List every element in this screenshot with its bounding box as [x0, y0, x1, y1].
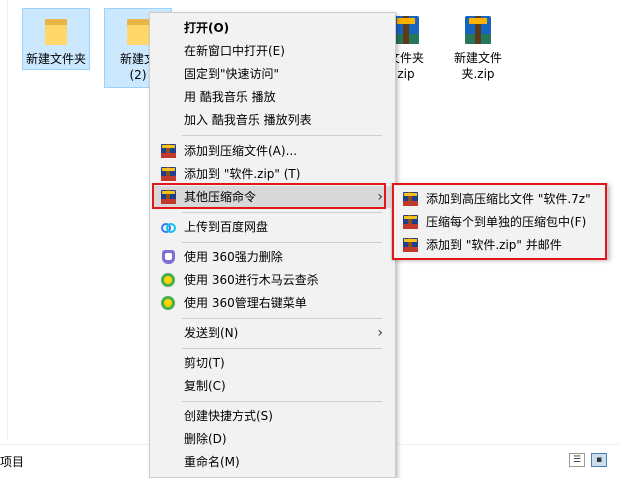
menu-item-add-to-archive[interactable]: 添加到压缩文件(A)... [152, 140, 393, 162]
menu-item-label: 上传到百度网盘 [184, 220, 269, 234]
menu-item-label: 使用 360管理右键菜单 [184, 296, 307, 310]
winrar-icon [161, 144, 176, 158]
menu-item-add-to-zip[interactable]: 添加到 "软件.zip" (T) [152, 163, 393, 185]
menu-item-label: 发送到(N) [184, 326, 239, 340]
360-ball-icon [161, 296, 176, 310]
menu-item-open-new-window[interactable]: 在新窗口中打开(E) [152, 40, 393, 62]
menu-item-label: 删除(D) [184, 432, 227, 446]
details-view-icon[interactable]: ☰ [569, 453, 585, 467]
folder-icon [43, 17, 69, 47]
highlight-box-menu-item [152, 183, 386, 209]
zip-item-label-line1: 新建文件 [453, 51, 502, 65]
folder-item-label: 新建文件夹 [25, 52, 86, 66]
menu-item-send-to[interactable]: 发送到(N) › [152, 322, 393, 344]
menu-item-pin-quick-access[interactable]: 固定到"快速访问" [152, 63, 393, 85]
view-switcher: ☰ ▪ [569, 453, 607, 467]
menu-item-copy[interactable]: 复制(C) [152, 375, 393, 397]
menu-item-open[interactable]: 打开(O) [152, 17, 393, 39]
menu-item-label: 添加到 "软件.zip" (T) [184, 167, 301, 181]
menu-item-label: 加入 酷我音乐 播放列表 [184, 113, 312, 127]
menu-item-label: 剪切(T) [184, 356, 225, 370]
menu-item-create-shortcut[interactable]: 创建快捷方式(S) [152, 405, 393, 427]
baidu-netdisk-icon [161, 220, 176, 234]
menu-item-kuwo-play[interactable]: 用 酷我音乐 播放 [152, 86, 393, 108]
360-shield-icon [161, 250, 176, 264]
menu-separator [182, 135, 382, 136]
360-ball-icon [161, 273, 176, 287]
menu-item-label: 复制(C) [184, 379, 226, 393]
navigation-pane-edge [0, 0, 8, 440]
zip-item-2[interactable]: 新建文件 夹.zip [444, 8, 512, 88]
zip-archive-icon [463, 14, 493, 46]
context-menu: 打开(O) 在新窗口中打开(E) 固定到"快速访问" 用 酷我音乐 播放 加入 … [149, 12, 396, 478]
status-text: 项目 [0, 455, 25, 469]
menu-item-label: 使用 360进行木马云查杀 [184, 273, 319, 287]
menu-item-label: 固定到"快速访问" [184, 67, 280, 81]
menu-item-delete[interactable]: 删除(D) [152, 428, 393, 450]
menu-item-label: 在新窗口中打开(E) [184, 44, 285, 58]
menu-separator [182, 348, 382, 349]
menu-item-label: 使用 360强力删除 [184, 250, 283, 264]
menu-item-kuwo-add-playlist[interactable]: 加入 酷我音乐 播放列表 [152, 109, 393, 131]
large-icons-view-icon[interactable]: ▪ [591, 453, 607, 467]
menu-item-upload-baidu[interactable]: 上传到百度网盘 [152, 216, 393, 238]
menu-item-rename[interactable]: 重命名(M) [152, 451, 393, 473]
menu-separator [182, 212, 382, 213]
menu-item-label: 用 酷我音乐 播放 [184, 90, 276, 104]
menu-item-label: 打开(O) [184, 21, 230, 35]
winrar-icon [161, 167, 176, 181]
zip-item-label-line2: 夹.zip [461, 67, 495, 81]
chevron-right-icon: › [377, 325, 383, 341]
menu-item-360-force-delete[interactable]: 使用 360强力删除 [152, 246, 393, 268]
menu-separator [182, 242, 382, 243]
menu-separator [182, 318, 382, 319]
menu-item-cut[interactable]: 剪切(T) [152, 352, 393, 374]
menu-item-label: 重命名(M) [184, 455, 240, 469]
menu-item-360-trojan-scan[interactable]: 使用 360进行木马云查杀 [152, 269, 393, 291]
menu-item-360-menu-manage[interactable]: 使用 360管理右键菜单 [152, 292, 393, 314]
menu-item-label: 添加到压缩文件(A)... [184, 144, 298, 158]
menu-separator [182, 401, 382, 402]
folder-item-1[interactable]: 新建文件夹 [22, 8, 90, 70]
menu-item-label: 创建快捷方式(S) [184, 409, 273, 423]
folder-icon [125, 17, 151, 47]
highlight-box-submenu [392, 183, 607, 260]
